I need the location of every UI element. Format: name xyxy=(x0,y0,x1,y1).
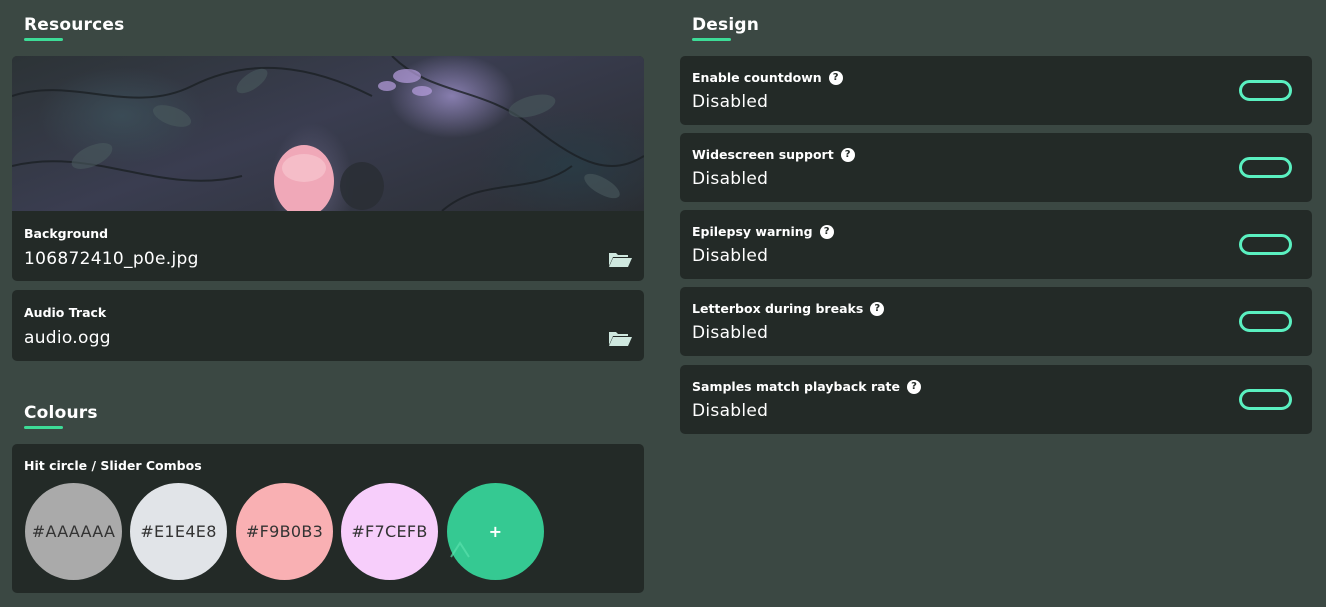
help-icon[interactable]: ? xyxy=(870,301,885,316)
help-icon[interactable]: ? xyxy=(907,379,922,394)
setting-enable-countdown[interactable]: Enable countdown ? Disabled xyxy=(680,56,1312,125)
audio-track-filename: audio.ogg xyxy=(24,328,111,348)
folder-open-icon[interactable] xyxy=(608,329,632,347)
audio-track-card[interactable]: Audio Track audio.ogg xyxy=(12,290,644,361)
background-artwork xyxy=(12,56,644,217)
colour-swatch-2[interactable]: #E1E4E8 xyxy=(130,483,227,580)
resources-title: Resources xyxy=(24,15,125,35)
setting-label: Enable countdown ? xyxy=(692,70,843,85)
design-title: Design xyxy=(692,15,760,35)
colour-swatch-hex: #F9B0B3 xyxy=(245,522,324,541)
toggle-switch[interactable] xyxy=(1239,311,1292,332)
setting-label-text: Letterbox during breaks xyxy=(692,301,864,316)
colours-title: Colours xyxy=(24,403,98,423)
folder-open-icon[interactable] xyxy=(608,250,632,268)
setting-value: Disabled xyxy=(692,401,769,421)
colour-swatch-1[interactable]: #AAAAAA xyxy=(25,483,122,580)
combo-colours-label: Hit circle / Slider Combos xyxy=(24,458,202,473)
combo-colours-card: Hit circle / Slider Combos #AAAAAA #E1E4… xyxy=(12,444,644,593)
add-colour-plus-icon: + xyxy=(488,522,503,541)
colour-swatch-4[interactable]: #F7CEFB xyxy=(341,483,438,580)
background-label: Background xyxy=(24,226,109,241)
setting-label-text: Enable countdown xyxy=(692,70,822,85)
toggle-switch[interactable] xyxy=(1239,389,1292,410)
resources-title-underline xyxy=(24,38,63,41)
help-icon[interactable]: ? xyxy=(828,70,843,85)
colour-swatch-hex: #F7CEFB xyxy=(351,522,428,541)
toggle-switch[interactable] xyxy=(1239,157,1292,178)
setting-value: Disabled xyxy=(692,246,769,266)
setting-epilepsy-warning[interactable]: Epilepsy warning ? Disabled xyxy=(680,210,1312,279)
setting-label-text: Samples match playback rate xyxy=(692,379,901,394)
help-icon[interactable]: ? xyxy=(840,147,855,162)
add-button-decoration-icon xyxy=(450,541,470,558)
colour-swatch-hex: #AAAAAA xyxy=(31,522,116,541)
setting-samples-match-playback-rate[interactable]: Samples match playback rate ? Disabled xyxy=(680,365,1312,434)
design-title-underline xyxy=(692,38,731,41)
setting-label: Letterbox during breaks ? xyxy=(692,301,885,316)
setting-label: Widescreen support ? xyxy=(692,147,855,162)
help-icon[interactable]: ? xyxy=(819,224,834,239)
add-colour-button[interactable]: + xyxy=(447,483,544,580)
audio-track-label: Audio Track xyxy=(24,305,107,320)
toggle-switch[interactable] xyxy=(1239,80,1292,101)
setting-value: Disabled xyxy=(692,92,769,112)
setting-label-text: Widescreen support xyxy=(692,147,834,162)
background-card[interactable]: Background 106872410_p0e.jpg xyxy=(12,56,644,281)
setting-letterbox-during-breaks[interactable]: Letterbox during breaks ? Disabled xyxy=(680,287,1312,356)
colour-swatch-3[interactable]: #F9B0B3 xyxy=(236,483,333,580)
setting-label-text: Epilepsy warning xyxy=(692,224,813,239)
setting-value: Disabled xyxy=(692,323,769,343)
colour-swatch-hex: #E1E4E8 xyxy=(140,522,217,541)
setting-widescreen-support[interactable]: Widescreen support ? Disabled xyxy=(680,133,1312,202)
setting-value: Disabled xyxy=(692,169,769,189)
toggle-switch[interactable] xyxy=(1239,234,1292,255)
background-preview-image xyxy=(12,56,644,217)
setting-label: Epilepsy warning ? xyxy=(692,224,834,239)
colours-title-underline xyxy=(24,426,63,429)
setting-label: Samples match playback rate ? xyxy=(692,379,922,394)
background-filename: 106872410_p0e.jpg xyxy=(24,249,199,269)
